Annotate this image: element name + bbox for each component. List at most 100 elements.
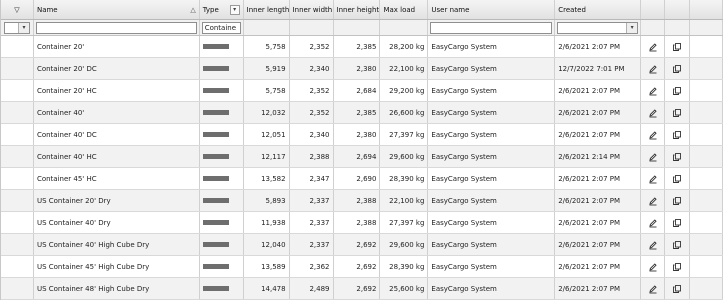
column-header-edit bbox=[641, 0, 666, 19]
cell-name: Container 20' DC bbox=[34, 58, 200, 79]
edit-button[interactable] bbox=[641, 80, 666, 101]
row-spacer bbox=[690, 58, 723, 79]
table-row[interactable]: US Container 40' Dry 11,938 2,337 2,388 … bbox=[1, 212, 723, 234]
row-selector[interactable] bbox=[1, 36, 34, 57]
row-selector[interactable] bbox=[1, 234, 34, 255]
cell-created: 2/6/2021 2:07 PM bbox=[555, 36, 642, 57]
cell-inner-height: 2,694 bbox=[334, 146, 381, 167]
row-selector[interactable] bbox=[1, 212, 34, 233]
table-row[interactable]: Container 20' DC 5,919 2,340 2,380 22,10… bbox=[1, 58, 723, 80]
edit-button[interactable] bbox=[641, 124, 666, 145]
edit-button[interactable] bbox=[641, 234, 666, 255]
copy-button[interactable] bbox=[665, 58, 691, 79]
cell-type bbox=[200, 212, 244, 233]
row-selector[interactable] bbox=[1, 146, 34, 167]
column-header-max-load[interactable]: Max load bbox=[380, 0, 429, 19]
column-header-spacer bbox=[690, 0, 723, 19]
pencil-icon bbox=[648, 86, 657, 95]
cell-inner-height: 2,380 bbox=[334, 124, 381, 145]
row-selector[interactable] bbox=[1, 256, 34, 277]
edit-button[interactable] bbox=[641, 36, 666, 57]
column-header-inner-length[interactable]: Inner length bbox=[244, 0, 290, 19]
cell-name: Container 40' DC bbox=[34, 124, 200, 145]
filter-cell-select: ▾ bbox=[1, 20, 34, 35]
copy-button[interactable] bbox=[665, 146, 691, 167]
copy-icon bbox=[673, 218, 681, 227]
copy-button[interactable] bbox=[665, 36, 691, 57]
cell-user-name: EasyCargo System bbox=[428, 168, 556, 189]
cell-created: 2/6/2021 2:07 PM bbox=[555, 190, 642, 211]
cell-max-load: 29,200 kg bbox=[380, 80, 429, 101]
type-indicator bbox=[202, 264, 229, 269]
cell-user-name: EasyCargo System bbox=[428, 80, 556, 101]
row-selector[interactable] bbox=[1, 168, 34, 189]
created-filter-select[interactable]: ▾ bbox=[557, 21, 639, 34]
table-row[interactable]: Container 40' HC 12,117 2,388 2,694 29,6… bbox=[1, 146, 723, 168]
copy-button[interactable] bbox=[665, 124, 691, 145]
type-indicator bbox=[202, 132, 229, 137]
containers-grid: ▽ Name △ Type ▾ Inner length Inner width… bbox=[0, 0, 723, 300]
edit-button[interactable] bbox=[641, 212, 666, 233]
table-row[interactable]: US Container 20' Dry 5,893 2,337 2,388 2… bbox=[1, 190, 723, 212]
table-row[interactable]: Container 20' 5,758 2,352 2,385 28,200 k… bbox=[1, 36, 723, 58]
cell-created: 2/6/2021 2:07 PM bbox=[555, 256, 642, 277]
filter-toggle-icon[interactable]: ▽ bbox=[1, 0, 34, 19]
row-spacer bbox=[690, 212, 723, 233]
cell-type bbox=[200, 58, 244, 79]
edit-button[interactable] bbox=[641, 102, 666, 123]
cell-user-name: EasyCargo System bbox=[428, 256, 556, 277]
type-indicator bbox=[202, 242, 229, 247]
cell-max-load: 22,100 kg bbox=[380, 190, 429, 211]
column-header-inner-width[interactable]: Inner width bbox=[290, 0, 334, 19]
copy-button[interactable] bbox=[665, 168, 691, 189]
cell-max-load: 29,600 kg bbox=[380, 234, 429, 255]
pencil-icon bbox=[648, 240, 657, 249]
cell-inner-length: 13,589 bbox=[244, 256, 290, 277]
edit-button[interactable] bbox=[641, 190, 666, 211]
copy-button[interactable] bbox=[665, 80, 691, 101]
column-header-type[interactable]: Type ▾ bbox=[200, 0, 244, 19]
edit-button[interactable] bbox=[641, 278, 666, 299]
copy-button[interactable] bbox=[665, 278, 691, 299]
cell-type bbox=[200, 146, 244, 167]
row-selector[interactable] bbox=[1, 80, 34, 101]
user-name-filter-input[interactable] bbox=[430, 21, 553, 34]
table-row[interactable]: US Container 48' High Cube Dry 14,478 2,… bbox=[1, 278, 723, 300]
table-row[interactable]: Container 40' DC 12,051 2,340 2,380 27,3… bbox=[1, 124, 723, 146]
cell-inner-width: 2,337 bbox=[290, 234, 334, 255]
filter-row: ▾ Containe ▾ bbox=[1, 20, 723, 36]
row-filter-select[interactable]: ▾ bbox=[3, 21, 30, 34]
cell-type bbox=[200, 278, 244, 299]
row-selector[interactable] bbox=[1, 190, 34, 211]
name-filter-input[interactable] bbox=[35, 21, 197, 34]
table-row[interactable]: Container 45' HC 13,582 2,347 2,690 28,3… bbox=[1, 168, 723, 190]
column-header-created[interactable]: Created bbox=[555, 0, 642, 19]
copy-button[interactable] bbox=[665, 102, 691, 123]
row-selector[interactable] bbox=[1, 102, 34, 123]
table-row[interactable]: Container 40' 12,032 2,352 2,385 26,600 … bbox=[1, 102, 723, 124]
row-selector[interactable] bbox=[1, 278, 34, 299]
pencil-icon bbox=[648, 42, 657, 51]
column-header-user-name[interactable]: User name bbox=[428, 0, 556, 19]
type-indicator bbox=[202, 176, 229, 181]
table-row[interactable]: Container 20' HC 5,758 2,352 2,684 29,20… bbox=[1, 80, 723, 102]
type-filter-select[interactable]: Containe bbox=[201, 21, 241, 34]
column-header-inner-height[interactable]: Inner height bbox=[334, 0, 381, 19]
edit-button[interactable] bbox=[641, 146, 666, 167]
table-row[interactable]: US Container 45' High Cube Dry 13,589 2,… bbox=[1, 256, 723, 278]
row-selector[interactable] bbox=[1, 124, 34, 145]
table-row[interactable]: US Container 40' High Cube Dry 12,040 2,… bbox=[1, 234, 723, 256]
edit-button[interactable] bbox=[641, 168, 666, 189]
cell-user-name: EasyCargo System bbox=[428, 102, 556, 123]
copy-button[interactable] bbox=[665, 256, 691, 277]
cell-inner-width: 2,347 bbox=[290, 168, 334, 189]
type-column-select-icon[interactable]: ▾ bbox=[229, 4, 240, 15]
row-selector[interactable] bbox=[1, 58, 34, 79]
column-header-name[interactable]: Name △ bbox=[34, 0, 200, 19]
cell-user-name: EasyCargo System bbox=[428, 124, 556, 145]
copy-button[interactable] bbox=[665, 234, 691, 255]
copy-button[interactable] bbox=[665, 190, 691, 211]
edit-button[interactable] bbox=[641, 256, 666, 277]
edit-button[interactable] bbox=[641, 58, 666, 79]
copy-button[interactable] bbox=[665, 212, 691, 233]
